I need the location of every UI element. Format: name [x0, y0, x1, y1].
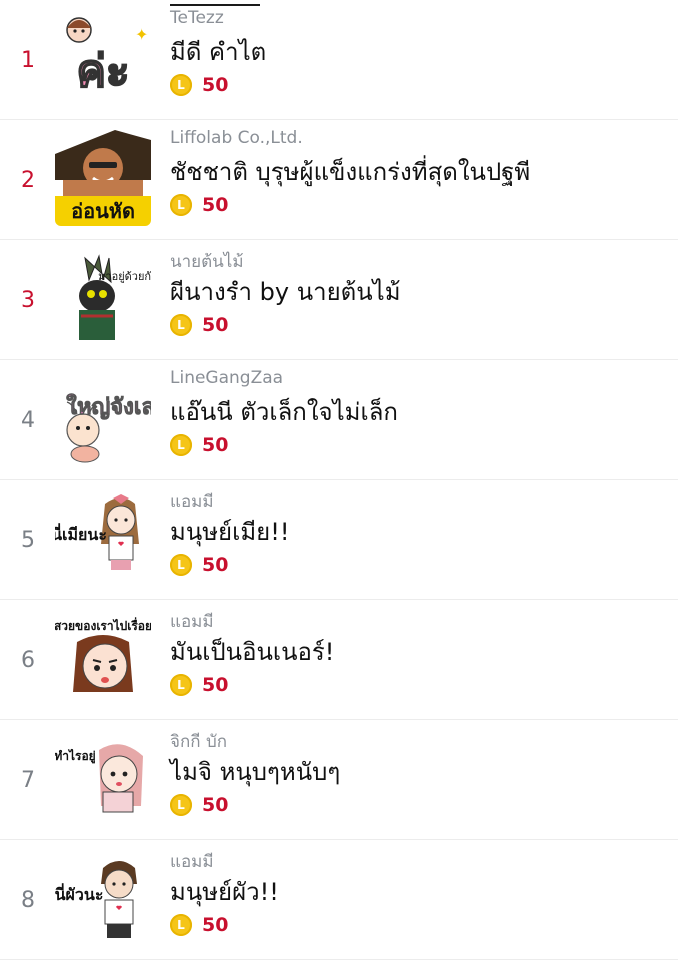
svg-text:✦: ✦ — [135, 25, 148, 44]
sticker-title[interactable]: แอ๊นนี ตัวเล็กใจไม่เล็ก — [170, 392, 398, 431]
rank-number: 4 — [21, 407, 35, 433]
list-item[interactable]: 8 นี่ผัวนะ แอมมี มนุษย์ผัว!! L 50 — [0, 840, 678, 960]
price: L 50 — [170, 192, 228, 218]
price: L 50 — [170, 552, 228, 578]
price-value: 50 — [202, 794, 229, 816]
price: L 50 — [170, 672, 228, 698]
list-item[interactable]: 1 ค่ะ ✦ TeTezz มีดี คำไต L 50 — [0, 0, 678, 120]
coin-icon: L — [170, 194, 192, 216]
sticker-title[interactable]: มันเป็นอินเนอร์! — [170, 632, 334, 671]
sticker-title[interactable]: ผีนางรำ by นายต้นไม้ — [170, 272, 401, 311]
sticker-title[interactable]: ชัชชาติ บุรุษผู้แข็งแกร่งที่สุดในปฐพี — [170, 152, 530, 191]
svg-text:สวยของเราไปเรื่อย: สวยของเราไปเรื่อย — [55, 617, 151, 633]
price: L 50 — [170, 432, 228, 458]
price-value: 50 — [202, 434, 229, 456]
author-name: จิกกี บัก — [170, 732, 228, 752]
price-value: 50 — [202, 914, 229, 936]
sticker-title[interactable]: มนุษย์ผัว!! — [170, 872, 279, 911]
rank-number: 8 — [21, 887, 35, 913]
author-name: แอมมี — [170, 852, 214, 872]
price-value: 50 — [202, 74, 229, 96]
author-name: Liffolab Co.,Ltd. — [170, 128, 303, 148]
rank-number: 7 — [21, 767, 35, 793]
price-value: 50 — [202, 554, 229, 576]
rank-number: 6 — [21, 647, 35, 673]
rank-number: 1 — [21, 47, 35, 73]
ant-sticker-icon[interactable]: ใหญ่จังเลย — [55, 370, 151, 466]
price-value: 50 — [202, 194, 229, 216]
svg-text:มาอยู่ด้วยกัน~: มาอยู่ด้วยกัน~ — [98, 270, 151, 283]
list-item[interactable]: 2 อ่อนหัด Liffolab Co.,Ltd. ชัชชาติ บุรุ… — [0, 120, 678, 240]
coin-icon: L — [170, 314, 192, 336]
coin-icon: L — [170, 674, 192, 696]
author-name: แอมมี — [170, 612, 214, 632]
svg-text:ทำไรอยู่: ทำไรอยู่ — [55, 748, 96, 764]
price: L 50 — [170, 792, 228, 818]
list-item[interactable]: 3 มาอยู่ด้วยกัน~ นายต้นไม้ ผีนางรำ by นา… — [0, 240, 678, 360]
coin-icon: L — [170, 434, 192, 456]
coin-icon: L — [170, 914, 192, 936]
husband-boy-sticker-icon[interactable]: นี่ผัวนะ — [55, 850, 151, 946]
sticker-title[interactable]: มนุษย์เมีย!! — [170, 512, 289, 551]
price: L 50 — [170, 312, 228, 338]
cute-girl-sticker-icon[interactable]: ทำไรอยู่ — [55, 730, 151, 826]
svg-text:อ่อนหัด: อ่อนหัด — [71, 199, 135, 223]
list-item[interactable]: 7 ทำไรอยู่ จิกกี บัก ไมจิ หนุบๆหนับๆ L 5… — [0, 720, 678, 840]
rank-number: 2 — [21, 167, 35, 193]
coin-icon: L — [170, 74, 192, 96]
svg-text:ใหญ่จังเลย: ใหญ่จังเลย — [66, 393, 151, 420]
list-item[interactable]: 4 ใหญ่จังเลย LineGangZaa แอ๊นนี ตัวเล็กใ… — [0, 360, 678, 480]
coin-icon: L — [170, 794, 192, 816]
price: L 50 — [170, 72, 228, 98]
price-value: 50 — [202, 314, 229, 336]
author-name: TeTezz — [170, 8, 224, 28]
svg-text:นี่เมียนะ: นี่เมียนะ — [55, 523, 107, 544]
rank-number: 5 — [21, 527, 35, 553]
list-item[interactable]: 6 สวยของเราไปเรื่อย แอมมี มันเป็นอินเนอร… — [0, 600, 678, 720]
sticker-title[interactable]: มีดี คำไต — [170, 32, 266, 71]
author-name: LineGangZaa — [170, 368, 284, 388]
author-name: นายต้นไม้ — [170, 252, 244, 272]
ghost-dancer-sticker-icon[interactable]: มาอยู่ด้วยกัน~ — [55, 250, 151, 346]
rank-number: 3 — [21, 287, 35, 313]
author-name: แอมมี — [170, 492, 214, 512]
list-item[interactable]: 5 นี่เมียนะ แอมมี มนุษย์เมีย!! L 50 — [0, 480, 678, 600]
coin-icon: L — [170, 554, 192, 576]
sticker-title[interactable]: ไมจิ หนุบๆหนับๆ — [170, 752, 340, 791]
pink-girl-sticker-icon[interactable]: ค่ะ ✦ — [55, 10, 151, 106]
svg-text:นี่ผัวนะ: นี่ผัวนะ — [55, 883, 103, 904]
wife-girl-sticker-icon[interactable]: นี่เมียนะ — [55, 490, 151, 586]
price: L 50 — [170, 912, 228, 938]
inner-girl-sticker-icon[interactable]: สวยของเราไปเรื่อย — [55, 610, 151, 706]
svg-text:ค่ะ: ค่ะ — [76, 46, 129, 97]
price-value: 50 — [202, 674, 229, 696]
strongman-sticker-icon[interactable]: อ่อนหัด — [55, 130, 151, 226]
